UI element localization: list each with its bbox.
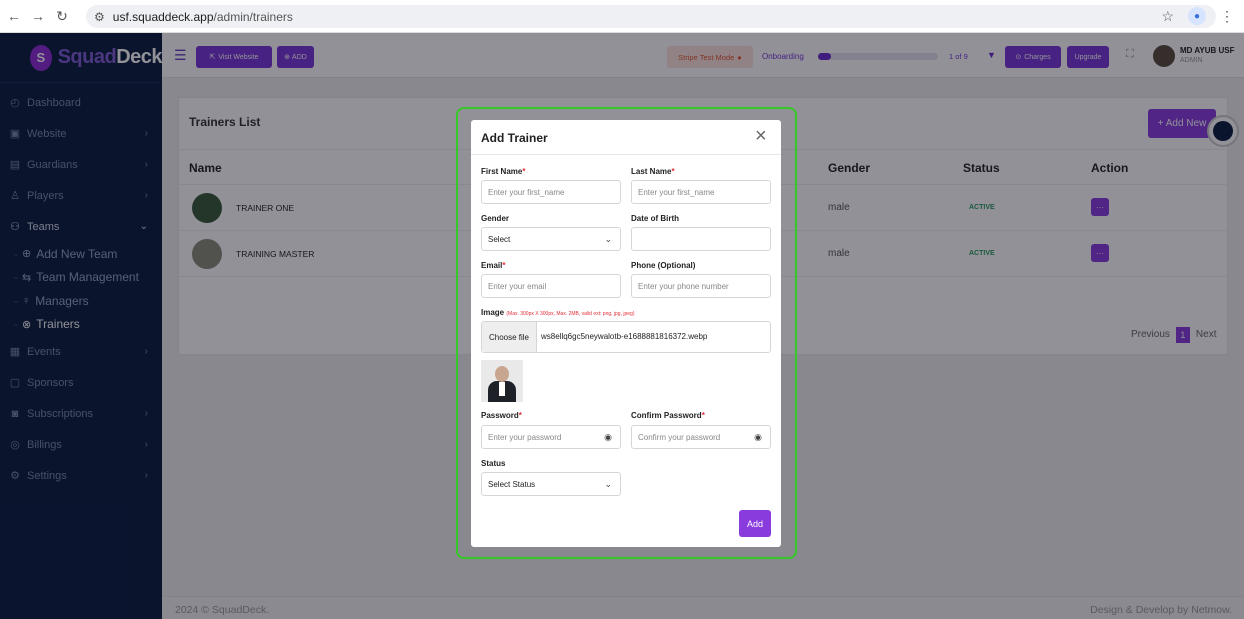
gender-label: Gender	[481, 214, 510, 223]
dob-field[interactable]	[631, 227, 771, 251]
first-name-field[interactable]: Enter your first_name	[481, 180, 621, 204]
image-hint: (Max. 300px X 300px, Max. 2MB, valid ext…	[506, 311, 635, 317]
eye-icon[interactable]: ◉	[604, 432, 612, 443]
last-name-field[interactable]: Enter your first_name	[631, 180, 771, 204]
confirm-password-label: Confirm Password*	[631, 411, 705, 420]
close-icon[interactable]: ×	[755, 126, 767, 146]
confirm-password-field[interactable]: Confirm your password ◉	[631, 425, 771, 449]
eye-icon[interactable]: ◉	[754, 432, 762, 443]
email-field[interactable]: Enter your email	[481, 274, 621, 298]
browser-toolbar: ← → ↻ ⚙ usf.squaddeck.app/admin/trainers…	[0, 0, 1244, 33]
modal-title: Add Trainer	[481, 131, 548, 145]
address-bar[interactable]: ⚙ usf.squaddeck.app/admin/trainers	[86, 5, 1216, 28]
first-name-label: First Name*	[481, 167, 526, 176]
choose-file-button[interactable]: Choose file	[482, 322, 537, 352]
back-arrow-icon[interactable]: ←	[4, 6, 24, 26]
chevron-down-icon: ⌄	[604, 233, 612, 244]
password-field[interactable]: Enter your password ◉	[481, 425, 621, 449]
add-trainer-modal: Add Trainer × First Name* Enter your fir…	[471, 120, 781, 547]
chevron-down-icon: ⌄	[604, 478, 612, 489]
email-label: Email*	[481, 261, 506, 270]
phone-label: Phone (Optional)	[631, 261, 696, 270]
last-name-label: Last Name*	[631, 167, 675, 176]
phone-field[interactable]: Enter your phone number	[631, 274, 771, 298]
reload-icon[interactable]: ↻	[52, 6, 72, 26]
image-file-input[interactable]: Choose file ws8ellq6gc5neywalotb-e168888…	[481, 321, 771, 353]
gender-select[interactable]: Select ⌄	[481, 227, 621, 251]
add-trainer-submit-button[interactable]: Add	[739, 510, 771, 537]
dob-label: Date of Birth	[631, 214, 679, 223]
image-label: Image (Max. 300px X 300px, Max. 2MB, val…	[481, 308, 635, 317]
profile-icon[interactable]: ●	[1188, 7, 1206, 25]
url-path: /admin/trainers	[213, 9, 293, 24]
password-label: Password*	[481, 411, 522, 420]
url-host: usf.squaddeck.app	[112, 9, 214, 24]
image-preview	[481, 360, 523, 402]
status-select[interactable]: Select Status ⌄	[481, 472, 621, 496]
status-label: Status	[481, 459, 506, 468]
forward-arrow-icon[interactable]: →	[28, 6, 48, 26]
kebab-menu-icon[interactable]: ⋮	[1220, 8, 1234, 25]
selected-file-name: ws8ellq6gc5neywalotb-e1688881816372.webp	[541, 332, 708, 341]
bookmark-star-icon[interactable]: ☆	[1161, 8, 1174, 25]
site-settings-icon[interactable]: ⚙	[94, 10, 105, 24]
